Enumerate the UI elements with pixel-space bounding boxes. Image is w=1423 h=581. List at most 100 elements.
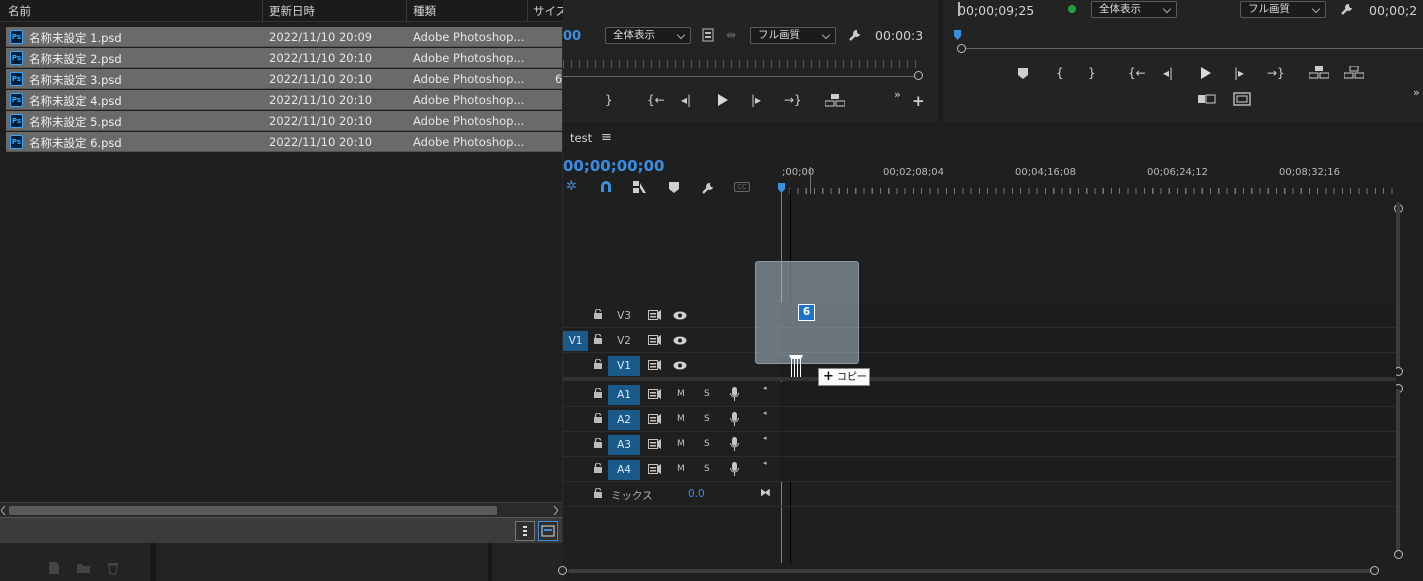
file-row[interactable]: Ps 名称未設定 4.psd 2022/11/10 20:10 Adobe Photo… (6, 90, 562, 110)
mark-out-icon[interactable]: } (1088, 66, 1096, 80)
trash-icon[interactable] (107, 561, 119, 575)
track-target-toggle[interactable]: V3 (608, 306, 640, 326)
audio-track-a2[interactable]: A2 M S ◂ (563, 407, 1396, 432)
column-size[interactable]: サイズ (533, 3, 563, 19)
track-lane[interactable] (780, 328, 1396, 352)
step-forward-icon[interactable]: |▸ (751, 93, 761, 107)
go-to-in-icon[interactable]: {← (1128, 66, 1146, 80)
video-vertical-scrollbar[interactable] (1396, 202, 1400, 372)
eye-icon[interactable] (673, 336, 687, 345)
tab-menu-icon[interactable]: ≡ (601, 130, 612, 145)
eye-icon[interactable] (673, 311, 687, 320)
video-track-v2[interactable]: V1 V2 (563, 328, 1396, 353)
audio-vertical-scrollbar[interactable] (1396, 389, 1400, 555)
mix-volume-value[interactable]: 0.0 (688, 488, 705, 500)
track-expand-icon[interactable]: ◂ (763, 384, 767, 392)
solo-button[interactable]: S (704, 464, 710, 474)
captions-icon[interactable]: CC (734, 182, 750, 192)
track-target-toggle[interactable]: A4 (608, 460, 640, 480)
mute-button[interactable]: M (677, 414, 685, 424)
mark-in-icon[interactable]: { (1056, 66, 1064, 80)
snap-magnet-icon[interactable] (600, 181, 612, 193)
microphone-icon[interactable] (730, 462, 739, 476)
file-row[interactable]: Ps 名称未設定 1.psd 2022/11/10 20:09 Adobe Photo… (6, 27, 562, 47)
program-timecode[interactable]: 00;00;09;25 (958, 3, 1034, 18)
sync-lock-icon[interactable] (648, 464, 662, 474)
file-row[interactable]: Ps 名称未設定 5.psd 2022/11/10 20:10 Adobe Photo… (6, 111, 562, 131)
sync-lock-icon[interactable] (648, 414, 662, 424)
track-lane[interactable] (780, 353, 1396, 377)
video-track-v3[interactable]: V3 (563, 303, 1396, 328)
source-time-ruler[interactable] (563, 60, 918, 68)
program-quality-select[interactable]: フル画質 (1240, 1, 1326, 18)
solo-button[interactable]: S (704, 414, 710, 424)
nest-icon[interactable]: ✲ (566, 180, 577, 194)
track-target-toggle[interactable]: A1 (608, 385, 640, 405)
program-zoom-select[interactable]: 全体表示 (1091, 1, 1177, 18)
timeline-settings-icon[interactable] (701, 181, 715, 195)
track-lane[interactable] (780, 303, 1396, 327)
video-audio-divider[interactable] (563, 377, 1396, 381)
timeline-ruler[interactable]: ;00;00 00;02;08;04 00;04;16;08 00;06;24;… (778, 167, 1401, 195)
scroll-left-icon[interactable] (1, 506, 6, 515)
step-forward-icon[interactable]: |▸ (1234, 66, 1244, 80)
source-patch[interactable]: V1 (563, 331, 588, 351)
timeline-tab[interactable]: test (570, 131, 592, 145)
column-separator[interactable] (406, 0, 407, 21)
new-item-icon[interactable] (48, 561, 60, 575)
file-row[interactable]: Ps 名称未設定 3.psd 2022/11/10 20:10 Adobe Photo… (6, 69, 562, 89)
hscroll-right-handle[interactable] (1370, 566, 1379, 575)
step-back-icon[interactable]: ◂| (1163, 66, 1173, 80)
mute-button[interactable]: M (677, 389, 685, 399)
new-bin-icon[interactable] (76, 562, 91, 574)
extract-icon[interactable] (1344, 66, 1364, 79)
column-modified[interactable]: 更新日時 (269, 3, 315, 19)
program-zoom-handle[interactable] (957, 44, 966, 53)
comparison-view-icon[interactable] (1198, 93, 1216, 105)
vr-view-icon[interactable] (1233, 92, 1251, 106)
scroll-right-icon[interactable] (553, 506, 558, 515)
audio-track-a3[interactable]: A3 M S ◂ (563, 432, 1396, 457)
hscroll-left-handle[interactable] (558, 566, 567, 575)
microphone-icon[interactable] (730, 387, 739, 401)
lock-icon[interactable] (594, 359, 602, 369)
track-expand-icon[interactable]: ◂ (763, 409, 767, 417)
mark-out-icon[interactable]: } (605, 93, 613, 107)
column-separator[interactable] (527, 0, 528, 21)
lock-icon[interactable] (594, 388, 602, 398)
solo-button[interactable]: S (704, 389, 710, 399)
play-icon[interactable] (717, 94, 728, 106)
go-to-out-icon[interactable]: →} (1267, 66, 1285, 80)
track-lane[interactable] (780, 382, 1396, 406)
video-track-v1[interactable]: V1 (563, 353, 1396, 378)
track-target-toggle[interactable]: V1 (608, 356, 640, 376)
linked-selection-icon[interactable] (633, 181, 647, 193)
lock-icon[interactable] (594, 334, 602, 344)
source-zoom-bar[interactable] (563, 76, 915, 77)
add-button-icon[interactable]: + (912, 94, 925, 109)
program-playhead-icon[interactable] (954, 30, 961, 40)
timeline-horizontal-scrollbar[interactable] (568, 569, 1374, 573)
lock-icon[interactable] (594, 488, 602, 498)
add-marker-icon[interactable] (1018, 68, 1028, 79)
track-target-toggle[interactable]: V2 (608, 331, 640, 351)
vscroll-bottom-handle[interactable] (1394, 550, 1403, 559)
track-expand-icon[interactable]: ◂ (763, 434, 767, 442)
column-name[interactable]: 名前 (8, 3, 31, 19)
lock-icon[interactable] (594, 413, 602, 423)
sync-lock-icon[interactable] (648, 439, 662, 449)
lift-icon[interactable] (1309, 66, 1329, 79)
more-controls-icon[interactable]: » (1413, 86, 1420, 100)
step-back-icon[interactable]: ◂| (681, 93, 691, 107)
go-to-in-icon[interactable]: {← (647, 93, 665, 107)
track-expand-icon[interactable]: ◂ (763, 459, 767, 467)
preview-view-button[interactable] (538, 521, 558, 541)
column-separator[interactable] (262, 0, 263, 21)
go-to-out-icon[interactable]: →} (784, 93, 802, 107)
eye-icon[interactable] (673, 361, 687, 370)
mute-button[interactable]: M (677, 439, 685, 449)
program-zoom-bar[interactable] (961, 48, 1423, 49)
safe-margins-icon[interactable] (702, 28, 714, 42)
lock-icon[interactable] (594, 438, 602, 448)
sync-lock-icon[interactable] (648, 335, 662, 345)
